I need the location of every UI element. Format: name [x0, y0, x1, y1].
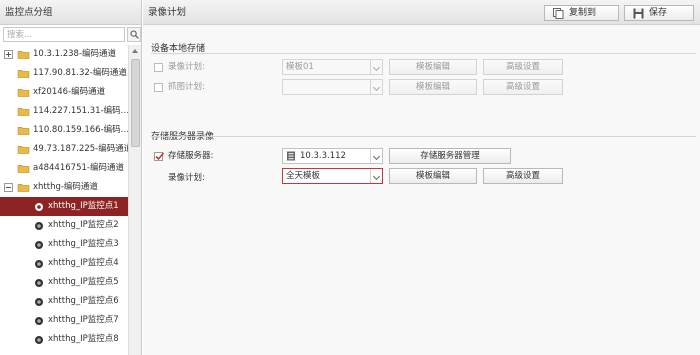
advanced-settings-button[interactable]: 高级设置: [483, 168, 563, 184]
tree-item-label: 10.3.1.238-编码通道: [33, 49, 117, 59]
storage-server-checkbox[interactable]: [154, 152, 165, 161]
folder-icon: [17, 50, 30, 59]
copy-to-label: 复制到: [569, 8, 597, 18]
tree-camera-item[interactable]: xhtthg_IP监控点2: [0, 216, 128, 235]
tree-group-item[interactable]: 110.80.159.166-编码…: [0, 121, 128, 140]
capture-plan-select[interactable]: [282, 79, 383, 95]
server-record-plan-label: 录像计划:: [168, 173, 205, 183]
tree-item-label: a484416751-编码通道: [33, 163, 124, 173]
chevron-down-icon: [370, 80, 382, 94]
tree-item-label: xhtthg_IP监控点7: [48, 315, 119, 325]
tree-scrollbar[interactable]: [128, 45, 141, 355]
tree-camera-item[interactable]: xhtthg_IP监控点1: [0, 197, 128, 216]
tree-group-item[interactable]: 117.90.81.32-编码通道: [0, 64, 128, 83]
template-edit-button[interactable]: 模板编辑: [389, 59, 477, 75]
folder-icon: [17, 69, 30, 78]
tree-item-label: xf20146-编码通道: [33, 87, 106, 97]
tree-item-label: xhtthg_IP监控点5: [48, 277, 119, 287]
tree-item-label: xhtthg_IP监控点8: [48, 334, 119, 344]
capture-plan-label: 抓图计划:: [168, 82, 205, 92]
camera-icon: [35, 260, 43, 268]
record-plan-header: 录像计划 复制到 保存: [143, 0, 700, 25]
app-root: 监控点分组 10.3.1.238-编码通道 117.90.81.32-编码通道 xf…: [0, 0, 700, 355]
camera-icon: [35, 222, 43, 230]
chevron-down-icon: [370, 169, 382, 183]
folder-icon: [17, 107, 30, 116]
tree-camera-item[interactable]: xhtthg_IP监控点7: [0, 311, 128, 330]
tree-item-label: xhtthg_IP监控点1: [48, 201, 119, 211]
tree-item-label: xhtthg_IP监控点6: [48, 296, 119, 306]
search-input[interactable]: [3, 27, 125, 42]
page-title: 录像计划: [148, 7, 187, 18]
tree-group-item[interactable]: a484416751-编码通道: [0, 159, 128, 178]
copy-to-button[interactable]: 复制到: [544, 5, 619, 21]
template-edit-button[interactable]: 模板编辑: [389, 168, 477, 184]
tree-item-label: xhtthg_IP监控点3: [48, 239, 119, 249]
camera-group-panel: 监控点分组 10.3.1.238-编码通道 117.90.81.32-编码通道 xf…: [0, 0, 142, 355]
copy-icon: [553, 8, 564, 19]
camera-icon: [35, 241, 43, 249]
camera-icon: [35, 317, 43, 325]
chevron-down-icon: [370, 60, 382, 74]
capture-plan-checkbox[interactable]: [154, 83, 163, 92]
tree-group-item[interactable]: xf20146-编码通道: [0, 83, 128, 102]
server-icon: [287, 151, 295, 161]
record-plan-panel: 录像计划 复制到 保存 设备本地存储 录像计划: 模板01 模板编辑 高级设置 …: [143, 0, 700, 355]
chevron-down-icon: [370, 149, 382, 163]
record-plan-select[interactable]: 模板01: [282, 59, 383, 75]
tree-group-item[interactable]: 114.227.151.31-编码…: [0, 102, 128, 121]
tree-item-label: 49.73.187.225-编码通道: [33, 144, 128, 154]
scrollbar-thumb[interactable]: [131, 59, 140, 147]
folder-icon: [17, 145, 30, 154]
tree-camera-item[interactable]: xhtthg_IP监控点4: [0, 254, 128, 273]
search-button[interactable]: [127, 27, 141, 42]
camera-icon: [35, 279, 43, 287]
tree-camera-item[interactable]: xhtthg_IP监控点6: [0, 292, 128, 311]
storage-server-value: 10.3.3.112: [300, 151, 346, 161]
tree-item-label: xhtthg-编码通道: [33, 182, 98, 192]
tree-item-label: xhtthg_IP监控点4: [48, 258, 119, 268]
collapse-icon[interactable]: [4, 183, 13, 192]
folder-icon: [17, 126, 30, 135]
folder-icon: [17, 183, 30, 192]
tree-item-label: 114.227.151.31-编码…: [33, 106, 128, 116]
tree-item-label: 110.80.159.166-编码…: [33, 125, 128, 135]
server-record-plan-select[interactable]: 全天模板: [282, 168, 383, 184]
tree-group-item[interactable]: xhtthg-编码通道: [0, 178, 128, 197]
save-label: 保存: [649, 8, 668, 18]
record-plan-value: 模板01: [286, 62, 314, 72]
section-divider: [151, 136, 696, 137]
tree-item-label: xhtthg_IP监控点2: [48, 220, 119, 230]
panel-title: 监控点分组: [0, 0, 141, 25]
server-record-plan-value: 全天模板: [286, 171, 321, 181]
tree-group-item[interactable]: 10.3.1.238-编码通道: [0, 45, 128, 64]
storage-server-select[interactable]: 10.3.3.112: [282, 148, 383, 164]
record-plan-label: 录像计划:: [168, 62, 205, 72]
tree-camera-item[interactable]: xhtthg_IP监控点5: [0, 273, 128, 292]
tree-camera-item[interactable]: xhtthg_IP监控点8: [0, 330, 128, 349]
scroll-up-icon[interactable]: [129, 45, 141, 57]
tree-camera-item[interactable]: xhtthg_IP监控点3: [0, 235, 128, 254]
advanced-settings-button[interactable]: 高级设置: [483, 79, 563, 95]
expand-icon[interactable]: [4, 50, 13, 59]
camera-icon: [35, 203, 43, 211]
advanced-settings-button[interactable]: 高级设置: [483, 59, 563, 75]
camera-icon: [35, 298, 43, 306]
folder-icon: [17, 164, 30, 173]
storage-server-manage-button[interactable]: 存储服务器管理: [389, 148, 511, 164]
search-icon: [130, 30, 139, 39]
tree-item-label: 117.90.81.32-编码通道: [33, 68, 127, 78]
section-divider: [151, 53, 696, 54]
folder-icon: [17, 88, 30, 97]
camera-icon: [35, 336, 43, 344]
search-bar: [3, 27, 141, 42]
storage-server-label: 存储服务器:: [168, 151, 214, 161]
template-edit-button[interactable]: 模板编辑: [389, 79, 477, 95]
save-icon: [633, 8, 644, 19]
record-plan-checkbox[interactable]: [154, 63, 163, 72]
camera-tree: 10.3.1.238-编码通道 117.90.81.32-编码通道 xf20146-…: [0, 45, 128, 355]
tree-group-item[interactable]: 49.73.187.225-编码通道: [0, 140, 128, 159]
save-button[interactable]: 保存: [624, 5, 694, 21]
check-icon: [155, 152, 165, 161]
